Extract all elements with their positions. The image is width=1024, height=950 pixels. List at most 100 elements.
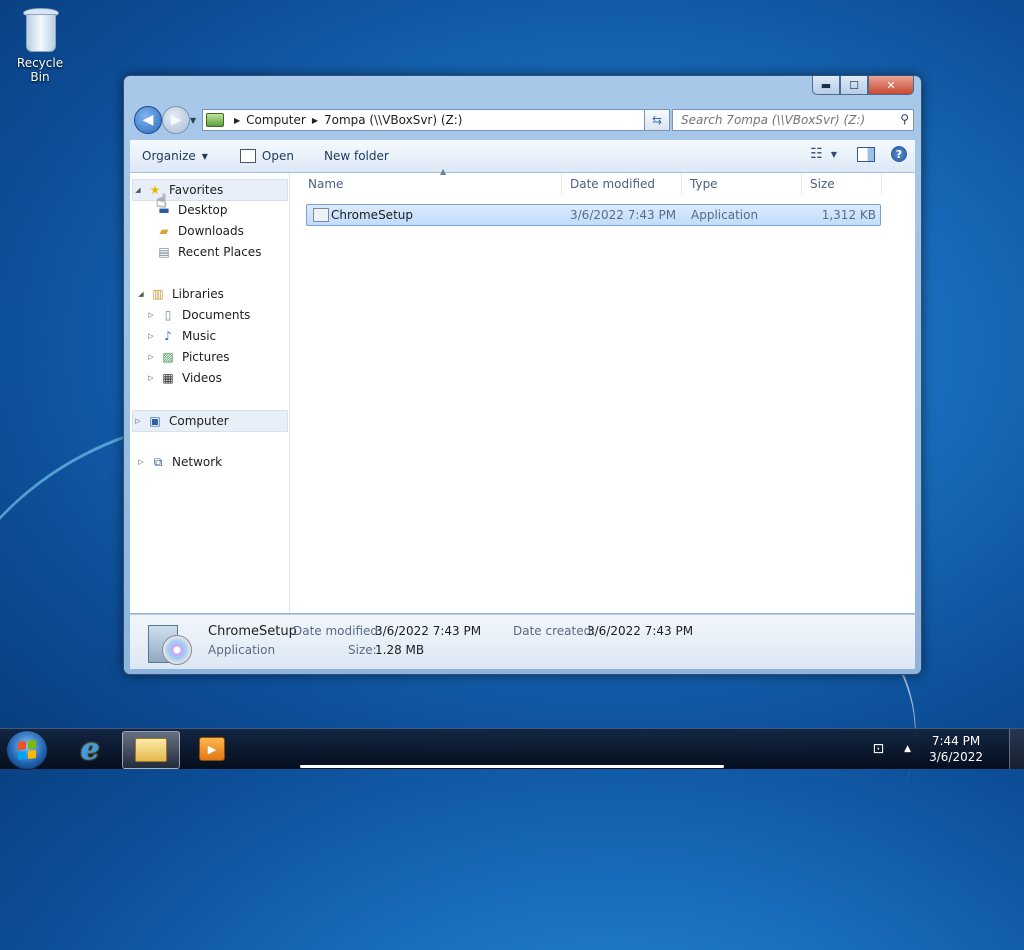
details-date-modified: 3/6/2022 7:43 PM [375, 624, 482, 638]
nav-libraries[interactable]: ◢ ▥ Libraries [136, 284, 224, 304]
forward-button[interactable]: ▶ [162, 106, 190, 134]
maximize-button[interactable]: ☐ [840, 76, 868, 95]
expand-icon[interactable]: ▷ [133, 417, 143, 425]
file-row[interactable]: ChromeSetup 3/6/2022 7:43 PM Application… [306, 204, 881, 226]
chevron-down-icon[interactable]: ▼ [831, 150, 837, 159]
expand-icon[interactable]: ▷ [146, 353, 156, 361]
taskbar-media-player[interactable]: ▶ [184, 731, 240, 767]
navigation-pane: ◢ ★ Favorites ☝ ▬ Desktop ▰ Downloads ▤ … [130, 173, 290, 613]
column-size-label: Size [810, 177, 835, 191]
expand-icon[interactable]: ▷ [146, 332, 156, 340]
pictures-icon: ▨ [162, 350, 174, 364]
file-type: Application [691, 208, 759, 222]
search-icon[interactable]: ⚲ [900, 112, 909, 126]
nav-computer[interactable]: ▷ ▣ Computer [132, 410, 288, 432]
details-file-type: Application [208, 643, 276, 657]
help-icon[interactable]: ? [891, 146, 907, 162]
desktop-icon: ▬ [158, 203, 170, 217]
details-date-modified-label: Date modified: [293, 624, 383, 638]
back-button[interactable]: ◀ [134, 106, 162, 134]
clock-time: 7:44 PM [931, 734, 981, 748]
search-input[interactable] [679, 112, 893, 128]
command-bar: Organize ▼ Open New folder ☷ ▼ ? [130, 140, 915, 173]
windows-logo-icon [18, 740, 36, 760]
details-pane: ChromeSetup Application Date modified: 3… [130, 614, 915, 669]
expand-icon[interactable]: ▷ [146, 311, 156, 319]
expand-icon[interactable]: ▷ [136, 458, 146, 466]
show-desktop-button[interactable] [1009, 729, 1024, 769]
downloads-folder-icon: ▰ [159, 224, 169, 238]
nav-network[interactable]: ▷ ⧉ Network [136, 452, 222, 472]
collapse-icon[interactable]: ◢ [133, 186, 143, 194]
new-folder-button[interactable]: New folder [324, 149, 389, 163]
show-hidden-icons-icon[interactable]: ▲ [904, 744, 911, 754]
taskbar-windows-explorer[interactable] [122, 731, 180, 769]
refresh-icon: ⇆ [651, 113, 663, 127]
column-name-label: Name [308, 177, 344, 191]
recent-places-icon: ▤ [158, 245, 170, 259]
nav-music[interactable]: ▷ ♪ Music [146, 326, 216, 346]
view-options-icon[interactable]: ☷ [810, 146, 823, 162]
sort-ascending-icon: ▲ [440, 167, 447, 176]
nav-music-label: Music [182, 329, 217, 343]
chevron-right-icon[interactable]: ▶ [234, 116, 240, 125]
music-icon: ♪ [164, 329, 172, 343]
new-folder-label: New folder [323, 149, 389, 163]
organize-button[interactable]: Organize ▼ [142, 149, 208, 163]
network-status-icon[interactable]: ⊡ [872, 741, 884, 757]
nav-documents-label: Documents [182, 308, 251, 322]
toolbar-right: ☷ ▼ ? [796, 146, 907, 162]
recent-pages-dropdown[interactable]: ▼ [190, 116, 196, 125]
details-date-created: 3/6/2022 7:43 PM [587, 624, 694, 638]
open-button[interactable]: Open [239, 149, 294, 163]
clock[interactable]: 7:44 PM 3/6/2022 [929, 733, 983, 765]
nav-videos[interactable]: ▷ ▦ Videos [146, 368, 222, 388]
close-button[interactable]: ✕ [868, 76, 914, 95]
application-icon [313, 208, 329, 222]
details-size-label: Size: [348, 643, 377, 657]
file-list: ▲ Name Date modified Type Size ChromeSet… [290, 167, 915, 613]
nav-recent-places[interactable]: ▤ Recent Places [156, 242, 261, 262]
expand-icon[interactable]: ▷ [146, 374, 156, 382]
column-header-type[interactable]: Type [682, 173, 802, 195]
minimize-button[interactable]: ▬ [812, 76, 840, 95]
nav-libraries-label: Libraries [172, 287, 224, 301]
nav-desktop[interactable]: ▬ Desktop [156, 200, 227, 220]
recycle-bin-desktop-icon[interactable]: Recycle Bin [6, 6, 74, 84]
details-size: 1.28 MB [375, 643, 425, 657]
file-size: 1,312 KB [821, 208, 876, 222]
network-icon: ⧉ [153, 454, 163, 469]
nav-videos-label: Videos [182, 371, 222, 385]
nav-documents[interactable]: ▷ ▯ Documents [146, 305, 250, 325]
column-header-name[interactable]: ▲ Name [300, 167, 562, 195]
taskbar-internet-explorer[interactable]: e [62, 731, 118, 767]
nav-downloads-label: Downloads [178, 224, 244, 238]
computer-icon [206, 113, 224, 127]
details-date-created-label: Date created: [513, 624, 596, 638]
collapse-icon[interactable]: ◢ [136, 290, 146, 298]
column-header-date-modified[interactable]: Date modified [562, 173, 682, 195]
refresh-button[interactable]: ⇆ [644, 109, 670, 131]
column-type-label: Type [690, 177, 718, 191]
search-box[interactable]: ⚲ [672, 109, 914, 131]
window-controls: ▬ ☐ ✕ [812, 76, 914, 95]
start-button[interactable] [6, 730, 48, 770]
column-header-size[interactable]: Size [802, 173, 882, 195]
preview-pane-icon[interactable] [857, 146, 875, 162]
breadcrumb-drive[interactable]: 7ompa (\\VBoxSvr) (Z:) [324, 113, 463, 127]
nav-pictures[interactable]: ▷ ▨ Pictures [146, 347, 230, 367]
videos-icon: ▦ [162, 371, 174, 385]
chevron-right-icon[interactable]: ▶ [312, 116, 318, 125]
details-file-name: ChromeSetup [208, 624, 297, 639]
navigation-bar: ◀ ▶ ▼ ▶ Computer ▶ 7ompa (\\VBoxSvr) (Z:… [132, 106, 914, 134]
explorer-content: ◢ ★ Favorites ☝ ▬ Desktop ▰ Downloads ▤ … [130, 167, 915, 613]
column-date-label: Date modified [570, 177, 656, 191]
organize-label: Organize [142, 149, 196, 163]
breadcrumb-computer[interactable]: Computer [246, 113, 306, 127]
file-name: ChromeSetup [331, 208, 413, 222]
recycle-bin-icon [23, 8, 59, 52]
documents-icon: ▯ [164, 308, 172, 322]
address-bar[interactable]: ▶ Computer ▶ 7ompa (\\VBoxSvr) (Z:) ▼ [202, 109, 668, 131]
nav-pictures-label: Pictures [182, 350, 230, 364]
nav-downloads[interactable]: ▰ Downloads [156, 221, 244, 241]
